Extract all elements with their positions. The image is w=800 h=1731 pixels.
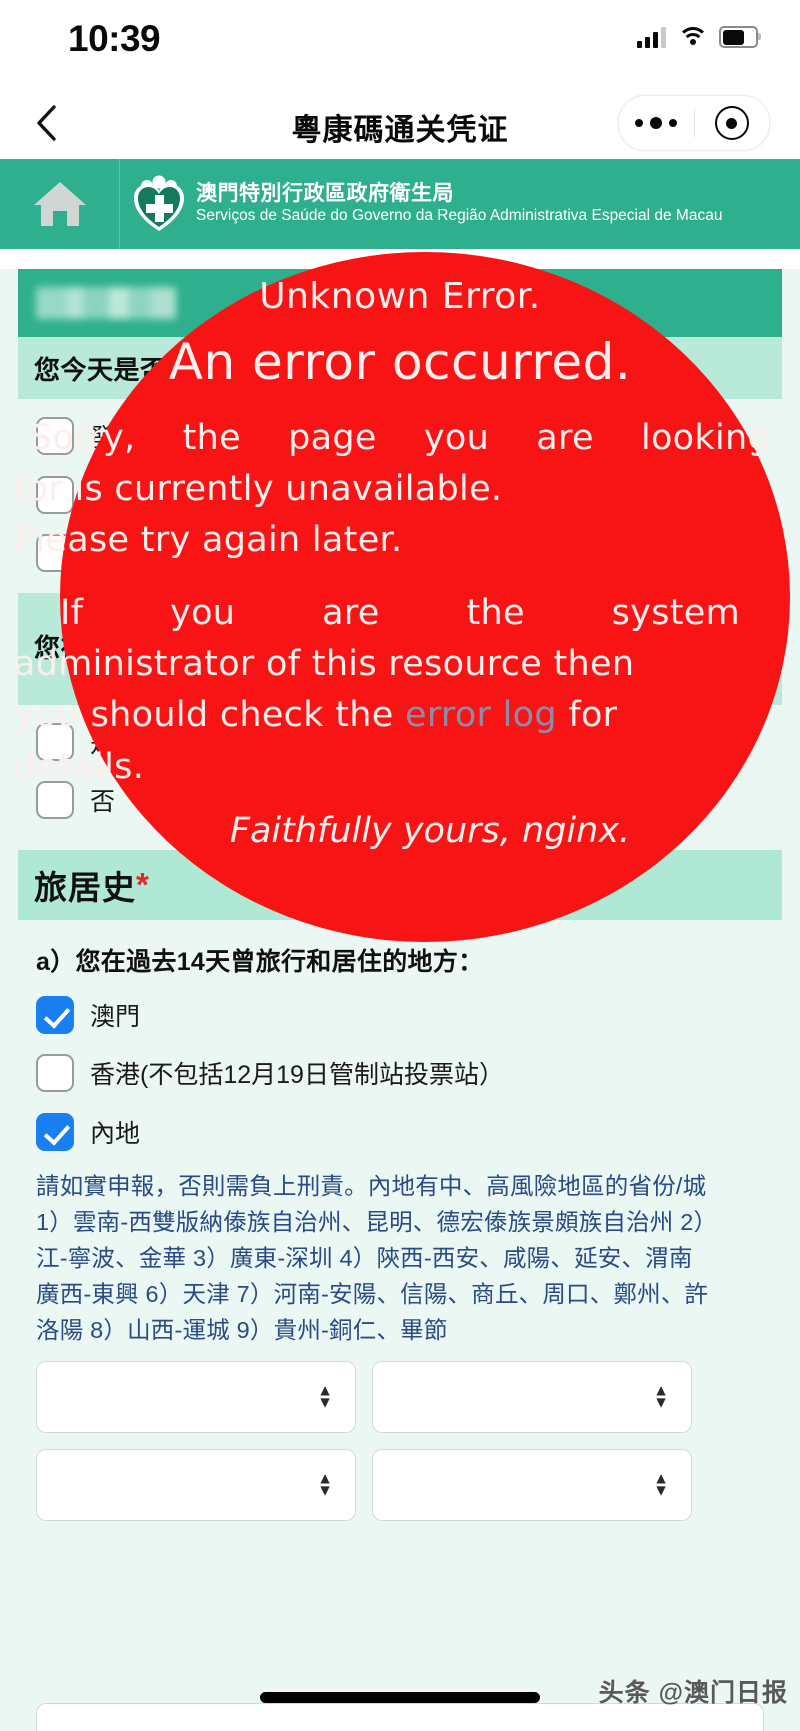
travel-question-label: a）您在過去14天曾旅行和居住的地方：	[36, 947, 484, 976]
symptom-question-band: 您今天是否出現以下症狀：	[18, 337, 782, 399]
checkbox[interactable]	[36, 534, 74, 572]
travel-option-label: 香港(不包括12月19日管制站投票站）	[90, 1061, 504, 1089]
chevron-updown-icon: ▲ ▼	[317, 1382, 333, 1412]
blurred-name-value	[36, 287, 176, 319]
contact-option-label: 否	[90, 788, 116, 816]
region-select-3[interactable]: ▲ ▼	[372, 1449, 692, 1522]
symptom-option-0[interactable]: 發燒	[0, 399, 800, 458]
org-name-cn: 澳門特別行政區政府衛生局	[196, 182, 454, 206]
contact-option-no[interactable]: 否	[0, 763, 800, 822]
cellular-signal-icon	[637, 26, 666, 48]
notice-line-2: 江-寧波、金華 3）廣東-深圳 4）陝西-西安、咸陽、延安、渭南	[36, 1245, 693, 1272]
travel-option-macau[interactable]: 澳門	[0, 978, 800, 1037]
checkbox[interactable]	[36, 1112, 74, 1151]
checkbox[interactable]	[36, 475, 74, 514]
symptom-option-label: 咳嗽、流鼻水（涕）、喉嚨痛或其他呼吸道症狀	[90, 482, 603, 511]
status-bar: 10:39	[0, 0, 800, 85]
org-name-block: 澳門特別行政區政府衛生局 Serviços de Saúde do Govern…	[190, 159, 722, 249]
region-select-grid: ▲ ▼ ▲ ▼ ▲ ▼ ▲ ▼	[0, 1347, 800, 1522]
health-shield-icon	[128, 159, 190, 249]
checkbox[interactable]	[36, 722, 74, 761]
region-select-2[interactable]: ▲ ▼	[36, 1449, 356, 1522]
chevron-updown-icon: ▲ ▼	[653, 1470, 669, 1500]
region-select-1[interactable]: ▲ ▼	[372, 1361, 692, 1434]
symptom-question-label: 您今天是否出現以下症狀：	[34, 354, 353, 385]
mini-program-capsule	[618, 95, 770, 151]
symptom-option-label: 發燒	[90, 424, 141, 452]
form-page: 您今天是否出現以下症狀： 發燒 咳嗽、流鼻水（涕）、喉嚨痛或其他呼吸道症狀 沒有…	[0, 269, 800, 1731]
contact-option-yes[interactable]: 是	[0, 705, 800, 764]
status-bar-icons	[637, 26, 761, 48]
required-asterisk: *	[136, 865, 149, 903]
org-name-pt: Serviços de Saúde do Governo da Região A…	[196, 207, 723, 225]
nav-bar: 粵康碼通关凭证	[0, 85, 800, 159]
symptom-option-1[interactable]: 咳嗽、流鼻水（涕）、喉嚨痛或其他呼吸道症狀	[0, 458, 800, 517]
checkbox[interactable]	[36, 781, 74, 819]
notice-line-4: 洛陽 8）山西-運城 9）貴州-銅仁、畢節	[36, 1317, 448, 1344]
checkbox[interactable]	[36, 995, 74, 1034]
contact-question-label: 您在過去14天內是否曾接觸新型冠狀病毒肺炎確診病人？	[34, 632, 700, 663]
travel-history-band: 旅居史 *	[18, 849, 782, 920]
status-bar-time: 10:39	[68, 18, 161, 59]
travel-option-label: 內地	[90, 1119, 141, 1148]
travel-option-hongkong[interactable]: 香港(不包括12月19日管制站投票站）	[0, 1036, 800, 1095]
contact-option-label: 是	[90, 729, 116, 758]
battery-icon	[719, 26, 761, 48]
contact-question-band: 您在過去14天內是否曾接觸新型冠狀病毒肺炎確診病人？	[18, 592, 782, 705]
home-indicator	[260, 1692, 540, 1703]
symptom-option-label: 沒有以上症狀	[90, 541, 241, 569]
region-select-0[interactable]: ▲ ▼	[36, 1361, 356, 1434]
notice-line-3: 廣西-東興 6）天津 7）河南-安陽、信陽、商丘、周口、鄭州、許	[36, 1281, 709, 1308]
travel-option-label: 澳門	[90, 1002, 141, 1031]
chevron-updown-icon: ▲ ▼	[317, 1470, 333, 1500]
chevron-updown-icon: ▲ ▼	[653, 1382, 669, 1412]
notice-line-0: 請如實申報，否則需負上刑責。內地有中、高風險地區的省份/城	[36, 1173, 707, 1199]
home-icon[interactable]	[0, 159, 120, 249]
travel-option-mainland[interactable]: 內地	[0, 1095, 800, 1154]
travel-history-title: 旅居史	[34, 868, 136, 906]
org-header: 澳門特別行政區政府衛生局 Serviços de Saúde do Govern…	[0, 159, 800, 249]
user-name-band	[18, 269, 782, 337]
more-dots-icon[interactable]	[619, 117, 694, 129]
checkbox[interactable]	[36, 1054, 74, 1092]
notice-line-1: 1）雲南-西雙版納傣族自治州、昆明、德宏傣族景頗族自治州 2）	[36, 1209, 718, 1236]
symptom-option-2[interactable]: 沒有以上症狀	[0, 516, 800, 575]
wifi-icon	[677, 26, 708, 48]
checkbox[interactable]	[36, 417, 74, 455]
phone-screen: 10:39 粵康碼通关凭证 澳門特別行政區政府衛生局 Serviços de S…	[0, 0, 800, 1731]
watermark-bottom-right: 头条 @澳门日报	[598, 1679, 788, 1707]
target-circle-icon[interactable]	[695, 106, 770, 140]
